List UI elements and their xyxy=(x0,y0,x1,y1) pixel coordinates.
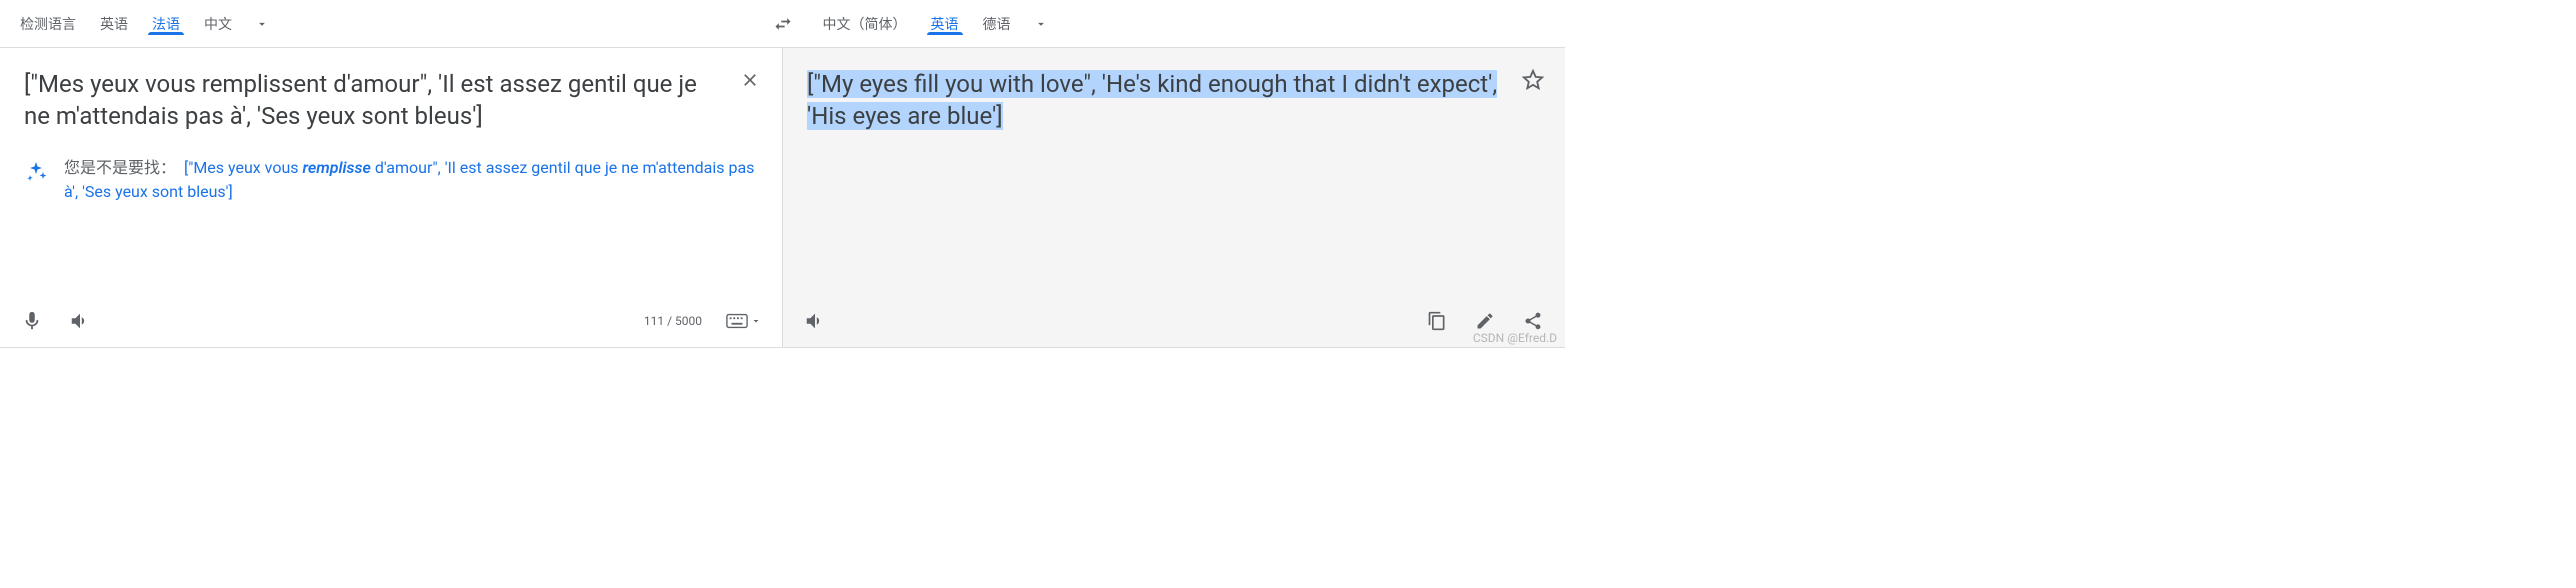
clear-source-button[interactable] xyxy=(738,68,762,92)
chevron-down-icon xyxy=(1034,17,1048,31)
sparkle-icon xyxy=(24,160,48,184)
copy-translation-button[interactable] xyxy=(1425,309,1449,333)
source-footer: 111 / 5000 xyxy=(0,301,782,347)
microphone-icon xyxy=(21,310,43,332)
source-language-tabs: 检测语言 英语 法语 中文 xyxy=(8,6,755,42)
keyboard-icon xyxy=(726,313,748,329)
character-count: 111 / 5000 xyxy=(644,314,702,328)
pencil-icon xyxy=(1475,311,1495,331)
suggestion-label: 您是不是要找： xyxy=(64,158,176,177)
swap-languages-button[interactable] xyxy=(763,4,803,44)
target-more-languages-button[interactable] xyxy=(1023,6,1059,42)
star-icon xyxy=(1522,69,1544,91)
copy-icon xyxy=(1427,311,1447,331)
input-method-button[interactable] xyxy=(726,313,762,329)
source-tab-french[interactable]: 法语 xyxy=(140,14,192,34)
source-tab-detect[interactable]: 检测语言 xyxy=(8,14,88,34)
speaker-icon xyxy=(69,310,91,332)
source-tab-english[interactable]: 英语 xyxy=(88,14,140,34)
target-text-output: ["My eyes fill you with love", 'He's kin… xyxy=(783,48,1565,148)
target-tab-chinese-simplified[interactable]: 中文（简体） xyxy=(811,14,919,34)
source-tab-chinese[interactable]: 中文 xyxy=(192,14,244,34)
listen-target-button[interactable] xyxy=(803,309,827,333)
translate-panels: ["Mes yeux vous remplissent d'amour", 'I… xyxy=(0,48,1565,348)
microphone-button[interactable] xyxy=(20,309,44,333)
suggest-edit-button[interactable] xyxy=(1473,309,1497,333)
suggestion-text[interactable]: 您是不是要找： ["Mes yeux vous remplisse d'amou… xyxy=(64,156,758,204)
language-tabs-row: 检测语言 英语 法语 中文 中文（简体） 英语 德语 xyxy=(0,0,1565,48)
target-panel: ["My eyes fill you with love", 'He's kin… xyxy=(783,48,1565,347)
swap-icon xyxy=(773,14,793,34)
target-tab-english[interactable]: 英语 xyxy=(919,14,971,34)
did-you-mean-suggestion: 您是不是要找： ["Mes yeux vous remplisse d'amou… xyxy=(0,148,782,212)
listen-source-button[interactable] xyxy=(68,309,92,333)
target-language-tabs: 中文（简体） 英语 德语 xyxy=(811,6,1558,42)
chevron-down-icon xyxy=(255,17,269,31)
share-translation-button[interactable] xyxy=(1521,309,1545,333)
chevron-down-icon xyxy=(750,315,762,327)
target-footer xyxy=(783,301,1565,347)
share-icon xyxy=(1523,311,1543,331)
speaker-icon xyxy=(804,310,826,332)
target-tab-german[interactable]: 德语 xyxy=(971,14,1023,34)
source-text-input[interactable]: ["Mes yeux vous remplissent d'amour", 'I… xyxy=(0,48,782,148)
save-translation-button[interactable] xyxy=(1521,68,1545,92)
close-icon xyxy=(740,70,760,90)
source-panel: ["Mes yeux vous remplissent d'amour", 'I… xyxy=(0,48,783,347)
source-more-languages-button[interactable] xyxy=(244,6,280,42)
